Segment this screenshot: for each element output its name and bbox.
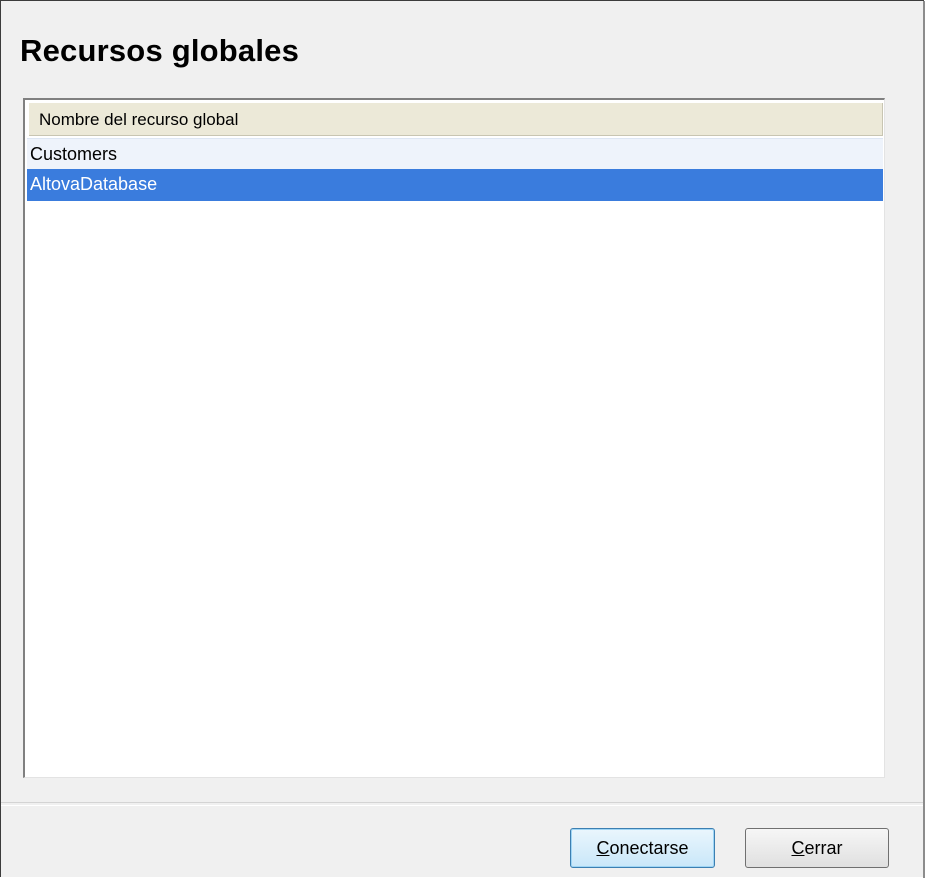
global-resources-list[interactable]: Nombre del recurso global Customers Alto… xyxy=(23,98,885,778)
connect-label-rest: onectarse xyxy=(609,838,689,858)
list-item-altovadatabase[interactable]: AltovaDatabase xyxy=(27,169,883,201)
window-edge xyxy=(923,1,925,878)
connect-accel-letter: C xyxy=(596,838,610,858)
close-accel-letter: C xyxy=(791,838,805,858)
button-bar-separator xyxy=(1,802,923,806)
dialog-title: Recursos globales xyxy=(20,33,300,68)
close-button[interactable]: Cerrar xyxy=(745,828,889,868)
column-header-resource-name[interactable]: Nombre del recurso global xyxy=(29,103,883,136)
global-resources-dialog: Recursos globales Nombre del recurso glo… xyxy=(0,0,925,878)
connect-button[interactable]: Conectarse xyxy=(570,828,715,868)
close-label-rest: errar xyxy=(804,838,843,858)
list-item-customers[interactable]: Customers xyxy=(27,138,883,170)
